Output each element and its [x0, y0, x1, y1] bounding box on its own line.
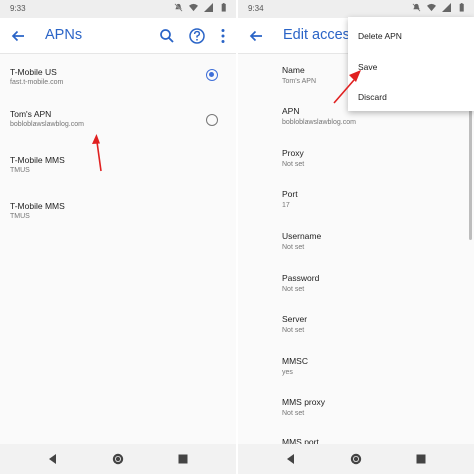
apn-radio[interactable]: [206, 114, 218, 126]
page-title: Edit access: [283, 27, 358, 43]
notifications-off-icon: [174, 3, 183, 12]
apn-name: T-Mobile MMS: [10, 155, 65, 165]
nav-back-icon[interactable]: [284, 452, 298, 466]
field-label: Username: [282, 231, 322, 241]
signal-icon: [442, 3, 451, 12]
field-mms-proxy[interactable]: MMS proxy Not set: [282, 397, 462, 417]
field-value: bobloblawslawblog.com: [282, 119, 356, 126]
status-time: 9:33: [10, 4, 26, 13]
apn-name: T-Mobile US: [10, 67, 57, 77]
field-label: MMSC: [282, 356, 308, 366]
apn-item-t-mobile-mms[interactable]: T-Mobile MMS TMUS: [10, 201, 225, 231]
apn-address: TMUS: [10, 167, 30, 174]
apn-item-t-mobile-us[interactable]: T-Mobile US fast.t-mobile.com: [10, 67, 225, 97]
nav-back-icon[interactable]: [46, 452, 60, 466]
apn-item-t-mobile-mms[interactable]: T-Mobile MMS TMUS: [10, 155, 225, 185]
notifications-off-icon: [412, 3, 421, 12]
field-mmsc[interactable]: MMSC yes: [282, 356, 462, 376]
app-bar: APNs: [0, 18, 236, 54]
wifi-icon: [427, 3, 436, 12]
field-value: yes: [282, 369, 293, 376]
apns-screen: 9:33 APNs T-Mobile US fast.t-mobile.com …: [0, 0, 236, 474]
apn-address: fast.t-mobile.com: [10, 79, 64, 86]
status-bar: 9:34: [238, 0, 474, 18]
menu-item-save[interactable]: Save: [358, 62, 377, 72]
field-port[interactable]: Port 17: [282, 189, 462, 209]
edit-access-point-screen: 9:34 Edit access Name Tom's APN APN bobl…: [238, 0, 474, 474]
signal-icon: [204, 3, 213, 12]
battery-icon: [459, 3, 464, 12]
nav-home-icon[interactable]: [349, 452, 363, 466]
apn-name: T-Mobile MMS: [10, 201, 65, 211]
status-bar: 9:33: [0, 0, 236, 18]
nav-recents-icon[interactable]: [176, 452, 190, 466]
field-server[interactable]: Server Not set: [282, 314, 462, 334]
field-value: Not set: [282, 327, 305, 334]
apn-address: bobloblawslawblog.com: [10, 121, 84, 128]
overflow-menu: Delete APN Save Discard: [348, 17, 474, 111]
search-icon[interactable]: [157, 26, 177, 46]
menu-item-delete-apn[interactable]: Delete APN: [358, 31, 402, 41]
field-value: Not set: [282, 286, 305, 293]
system-nav-bar: [238, 444, 474, 474]
field-username[interactable]: Username Not set: [282, 231, 462, 251]
help-icon[interactable]: [187, 26, 207, 46]
field-password[interactable]: Password Not set: [282, 273, 462, 293]
battery-icon: [221, 3, 226, 12]
nav-home-icon[interactable]: [111, 452, 125, 466]
field-label: Server: [282, 314, 308, 324]
apn-address: TMUS: [10, 213, 30, 220]
status-time: 9:34: [248, 4, 264, 13]
field-label: MMS proxy: [282, 397, 325, 407]
system-nav-bar: [0, 444, 236, 474]
more-options-icon[interactable]: [213, 26, 233, 46]
apn-item-toms-apn[interactable]: Tom's APN bobloblawslawblog.com: [10, 109, 225, 139]
apn-radio-selected[interactable]: [206, 69, 218, 81]
back-arrow-icon[interactable]: [246, 26, 266, 46]
field-value: Not set: [282, 410, 305, 417]
field-value: 17: [282, 202, 290, 209]
page-title: APNs: [45, 27, 83, 43]
field-value: Not set: [282, 244, 305, 251]
field-value: Not set: [282, 161, 305, 168]
wifi-icon: [189, 3, 198, 12]
field-proxy[interactable]: Proxy Not set: [282, 148, 462, 168]
nav-recents-icon[interactable]: [414, 452, 428, 466]
back-arrow-icon[interactable]: [8, 26, 28, 46]
field-label: Password: [282, 273, 320, 283]
apn-name: Tom's APN: [10, 109, 52, 119]
field-label: Port: [282, 189, 298, 199]
menu-item-discard[interactable]: Discard: [358, 92, 387, 102]
field-label: Proxy: [282, 148, 304, 158]
